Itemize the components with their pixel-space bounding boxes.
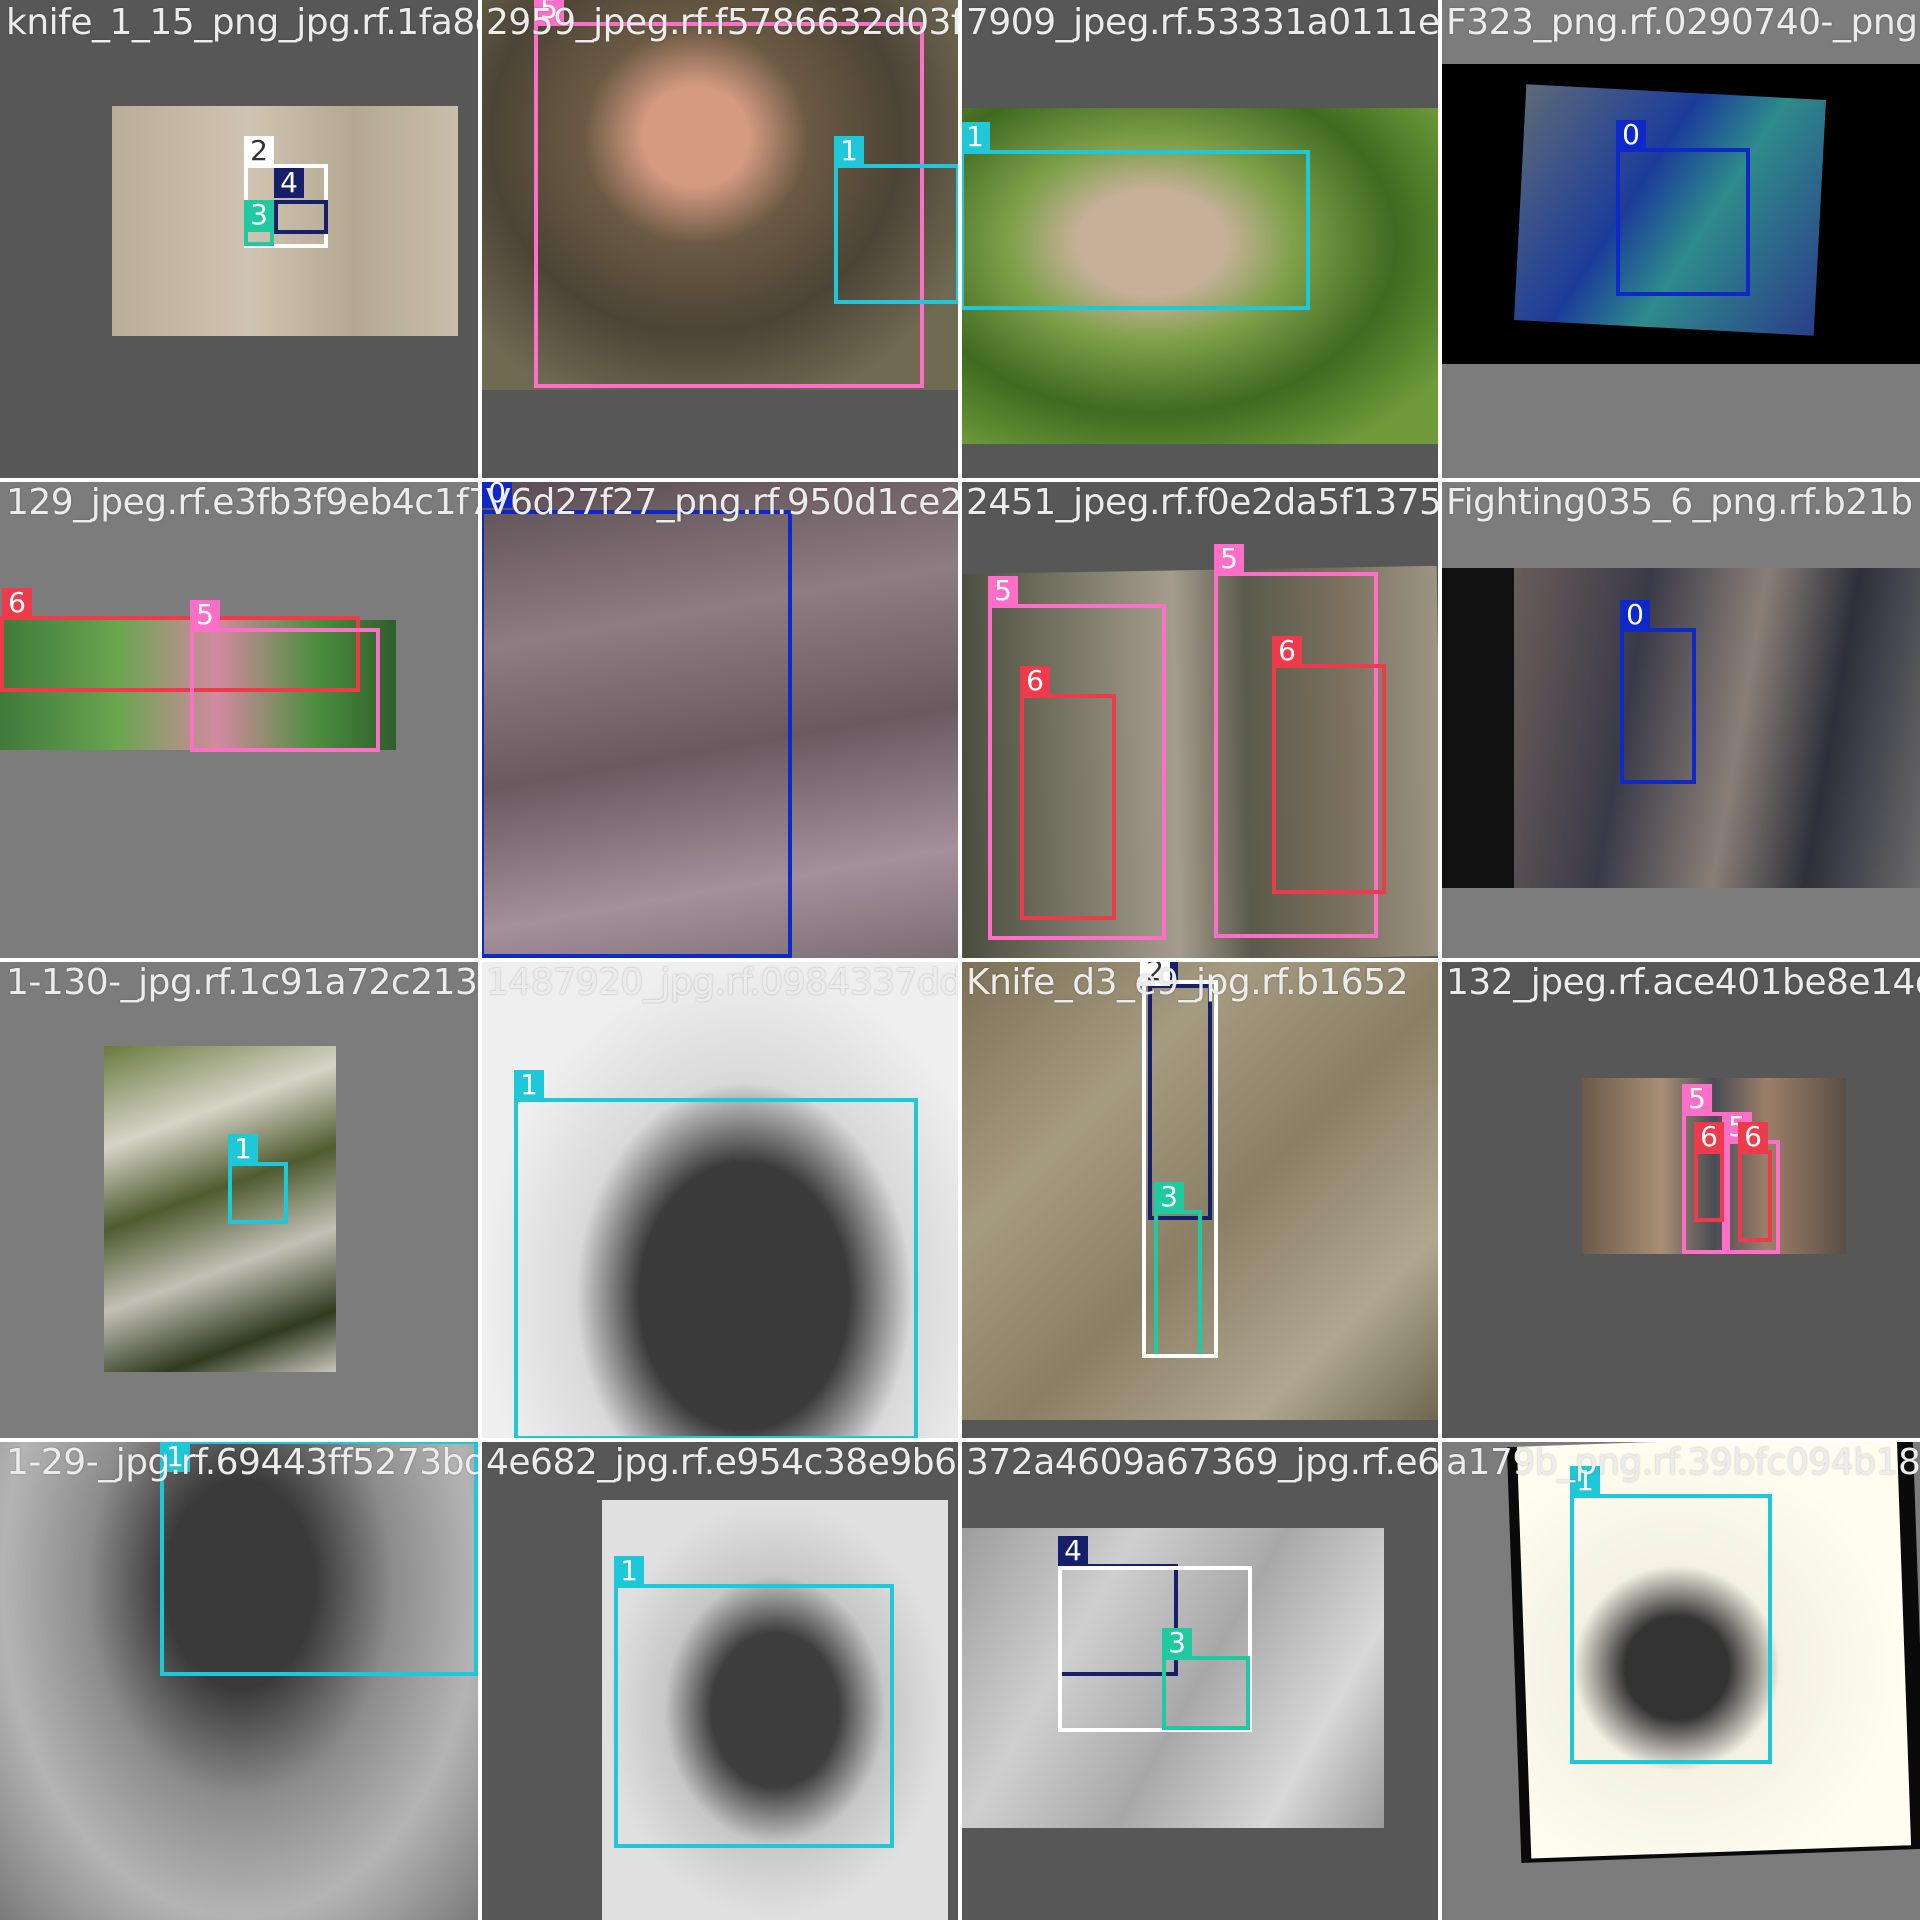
detection-box: 1	[514, 1070, 918, 1440]
detection-mosaic: knife_1_15_png_jpg.rf.1fa8d 2 4 3 2959_j…	[0, 0, 1920, 1920]
detection-box: 5	[190, 600, 380, 752]
tile-street-fight: V6d27f27_png.rf.950d1ce25f 0	[480, 480, 960, 960]
tile-filename: 1487920_jpg.rf.0984337ddb0e0d	[486, 962, 960, 1003]
tile-filename: F323_png.rf.0290740-_png.rf.b7	[1446, 2, 1920, 43]
tile-filename: a179b_png.rf.39bfc094b185f	[1446, 1442, 1920, 1483]
box-class-label: 1	[228, 1134, 258, 1164]
tile-filename: knife_1_15_png_jpg.rf.1fa8d	[6, 2, 480, 43]
detection-box: 6	[1272, 636, 1386, 894]
tile-hand-pistol: 7909_jpeg.rf.53331a0111ec9f3e 1	[960, 0, 1440, 480]
tile-filename: 2451_jpeg.rf.f0e2da5f1375847	[966, 482, 1440, 523]
tile-filename: 7909_jpeg.rf.53331a0111ec9f3e	[966, 2, 1440, 43]
detection-box: 4	[274, 168, 328, 234]
detection-box: 6	[1694, 1122, 1724, 1222]
tile-knife-wood: 372a4609a67369_jpg.rf.e64e 4 2 3	[960, 1440, 1440, 1920]
box-class-label: 1	[514, 1070, 544, 1100]
detection-box: 0	[1620, 600, 1696, 784]
photo-crowd	[1514, 568, 1920, 888]
grid-separator	[0, 958, 1920, 962]
tile-filename: Knife_d3_e9_jpg.rf.b1652	[966, 962, 1408, 1003]
tile-revolver: a179b_png.rf.39bfc094b185f 1	[1440, 1440, 1920, 1920]
tile-bloody-glock: 1487920_jpg.rf.0984337ddb0e0d 1	[480, 960, 960, 1440]
box-class-label: 5	[190, 600, 220, 630]
tile-knife-floor: knife_1_15_png_jpg.rf.1fa8d 2 4 3	[0, 0, 480, 480]
grid-separator	[0, 478, 1920, 482]
tile-knife-tiles: Knife_d3_e9_jpg.rf.b1652 4 3 2	[960, 960, 1440, 1440]
box-class-label: 6	[1020, 666, 1050, 696]
tile-filename: 129_jpeg.rf.e3fb3f9eb4c1f74	[6, 482, 480, 523]
detection-box: 3	[244, 200, 274, 246]
box-class-label: 5	[1682, 1084, 1712, 1114]
box-class-label: 3	[1162, 1628, 1192, 1658]
detection-box: 1	[614, 1556, 894, 1848]
box-class-label: 3	[244, 200, 274, 230]
box-class-label: 1	[960, 122, 990, 152]
box-class-label: 4	[1058, 1536, 1088, 1566]
tile-cctv-pool: F323_png.rf.0290740-_png.rf.b7 0	[1440, 0, 1920, 480]
box-class-label: 6	[1272, 636, 1302, 666]
detection-box: 0	[480, 480, 792, 958]
box-class-label: 4	[274, 168, 304, 198]
box-class-label: 1	[614, 1556, 644, 1586]
tile-filename: 372a4609a67369_jpg.rf.e64e	[966, 1442, 1440, 1483]
detection-box: 1	[228, 1134, 288, 1224]
grid-separator	[0, 1438, 1920, 1442]
tile-filename: 4e682_jpg.rf.e954c38e9b6d9	[486, 1442, 960, 1483]
box-class-label: 5	[988, 576, 1018, 606]
detection-box: 1	[834, 136, 960, 304]
tile-filename: 1-130-_jpg.rf.1c91a72c213545	[6, 962, 480, 1003]
tile-beretta: 4e682_jpg.rf.e954c38e9b6d9 1	[480, 1440, 960, 1920]
box-class-label: 0	[1620, 600, 1650, 630]
box-class-label: 2	[244, 136, 274, 166]
tile-filename: 1-29-_jpg.rf.69443ff5273bdc	[6, 1442, 480, 1483]
tile-filename: V6d27f27_png.rf.950d1ce25f	[486, 482, 960, 523]
tile-shotgun: 129_jpeg.rf.e3fb3f9eb4c1f74 6 5	[0, 480, 480, 960]
tile-filename: 2959_jpeg.rf.f5786632d03f185a	[486, 2, 960, 43]
box-class-label: 0	[1616, 120, 1646, 150]
detection-box: 6	[1738, 1122, 1772, 1242]
tile-crowd-fight: Fighting035_6_png.rf.b21b 0	[1440, 480, 1920, 960]
tile-man-pistol: 2959_jpeg.rf.f5786632d03f185a 5 1	[480, 0, 960, 480]
detection-box: 0	[1616, 120, 1750, 296]
box-class-label: 6	[1694, 1122, 1724, 1152]
detection-box: 2	[1140, 960, 1218, 1358]
box-class-label: 6	[1738, 1122, 1768, 1152]
tile-filename: Fighting035_6_png.rf.b21b	[1446, 482, 1913, 523]
box-class-label: 1	[834, 136, 864, 166]
tile-armed-group: 132_jpeg.rf.ace401be8e14d58 5 5 6 6	[1440, 960, 1920, 1440]
box-class-label: 6	[2, 588, 32, 618]
detection-box: 3	[1162, 1628, 1250, 1730]
detection-box: 1	[960, 122, 1310, 310]
tile-pistol-bullets: 1-29-_jpg.rf.69443ff5273bdc 1	[0, 1440, 480, 1920]
detection-box: 1	[1570, 1466, 1772, 1764]
tile-filename: 132_jpeg.rf.ace401be8e14d58	[1446, 962, 1920, 1003]
tile-camo-shooter: 1-130-_jpg.rf.1c91a72c213545 1	[0, 960, 480, 1440]
tile-armed-protesters: 2451_jpeg.rf.f0e2da5f1375847 5 5 6 6	[960, 480, 1440, 960]
detection-box: 6	[1020, 666, 1116, 920]
photo-camo-shooter	[104, 1046, 336, 1372]
box-class-label: 5	[1214, 544, 1244, 574]
